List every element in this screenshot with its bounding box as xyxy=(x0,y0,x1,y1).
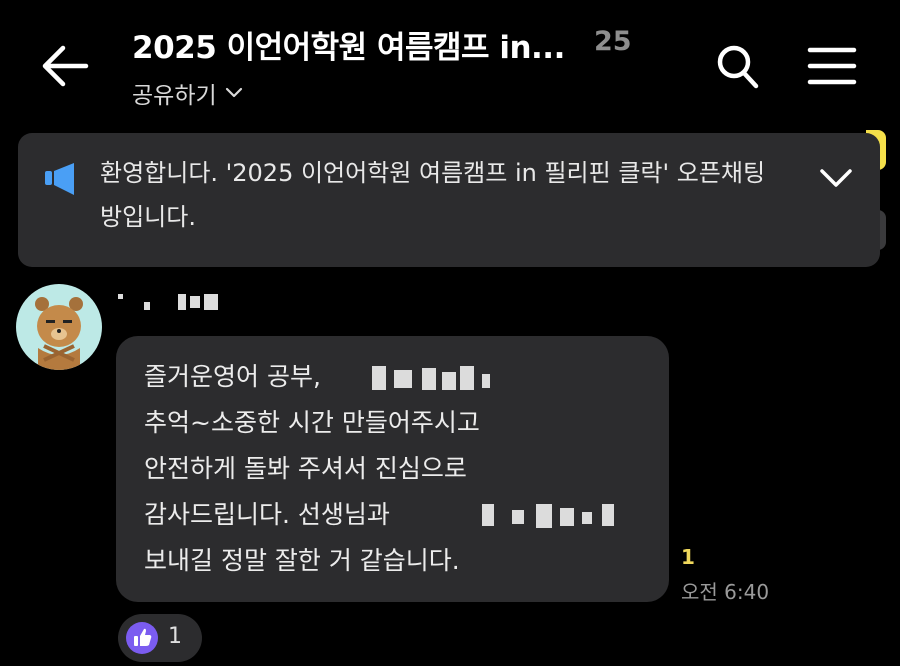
notice-text: 환영합니다. '2025 이언어학원 여름캠프 in 필리핀 클락' 오픈채팅방… xyxy=(100,159,766,231)
avatar[interactable] xyxy=(16,284,102,370)
sender-name xyxy=(118,290,248,314)
share-label: 공유하기 xyxy=(132,83,217,109)
notice-banner[interactable]: 환영합니다. '2025 이언어학원 여름캠프 in 필리핀 클락' 오픈채팅방… xyxy=(18,133,880,267)
reaction-button[interactable]: 1 xyxy=(118,614,202,662)
search-icon xyxy=(717,45,759,89)
chevron-down-icon xyxy=(820,169,852,187)
message-text: 즐거운영어 공부, 추억~소중한 시간 만들어주시고 안전하게 돌봐 주셔서 진… xyxy=(144,362,480,575)
menu-button[interactable] xyxy=(804,40,860,92)
back-button[interactable] xyxy=(36,38,96,94)
thumbs-up-icon xyxy=(126,622,158,654)
unread-count: 1 xyxy=(681,545,695,569)
member-count: 25 xyxy=(594,26,632,57)
chat-header: 2025 이언어학원 여름캠프 in... 25 공유하기 xyxy=(0,0,900,125)
bear-character-avatar xyxy=(35,297,83,370)
message-bubble[interactable]: 즐거운영어 공부, 추억~소중한 시간 만들어주시고 안전하게 돌봐 주셔서 진… xyxy=(116,336,669,602)
megaphone-icon xyxy=(42,159,82,203)
reaction-count: 1 xyxy=(168,624,182,649)
chat-room-title: 2025 이언어학원 여름캠프 in... xyxy=(132,30,565,66)
hamburger-menu-icon xyxy=(807,47,857,85)
chevron-down-icon xyxy=(225,87,242,98)
message-time: 오전 6:40 xyxy=(681,580,770,604)
back-arrow-icon xyxy=(42,45,89,87)
notice-expand-button[interactable] xyxy=(816,161,856,195)
share-dropdown[interactable]: 공유하기 xyxy=(132,76,243,110)
search-button[interactable] xyxy=(714,40,762,92)
